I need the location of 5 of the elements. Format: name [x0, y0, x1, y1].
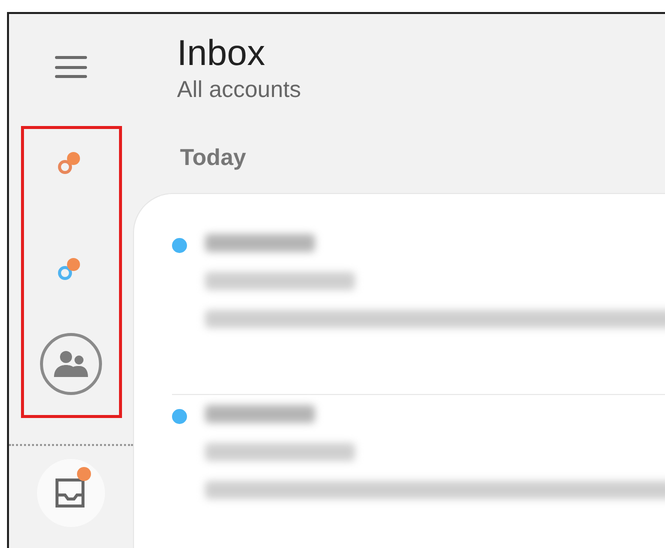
section-heading: Today: [179, 143, 248, 172]
page-subtitle: All accounts: [177, 75, 302, 104]
page-title: Inbox: [177, 32, 266, 74]
menu-icon[interactable]: [55, 54, 87, 80]
contacts-icon[interactable]: [40, 333, 102, 395]
